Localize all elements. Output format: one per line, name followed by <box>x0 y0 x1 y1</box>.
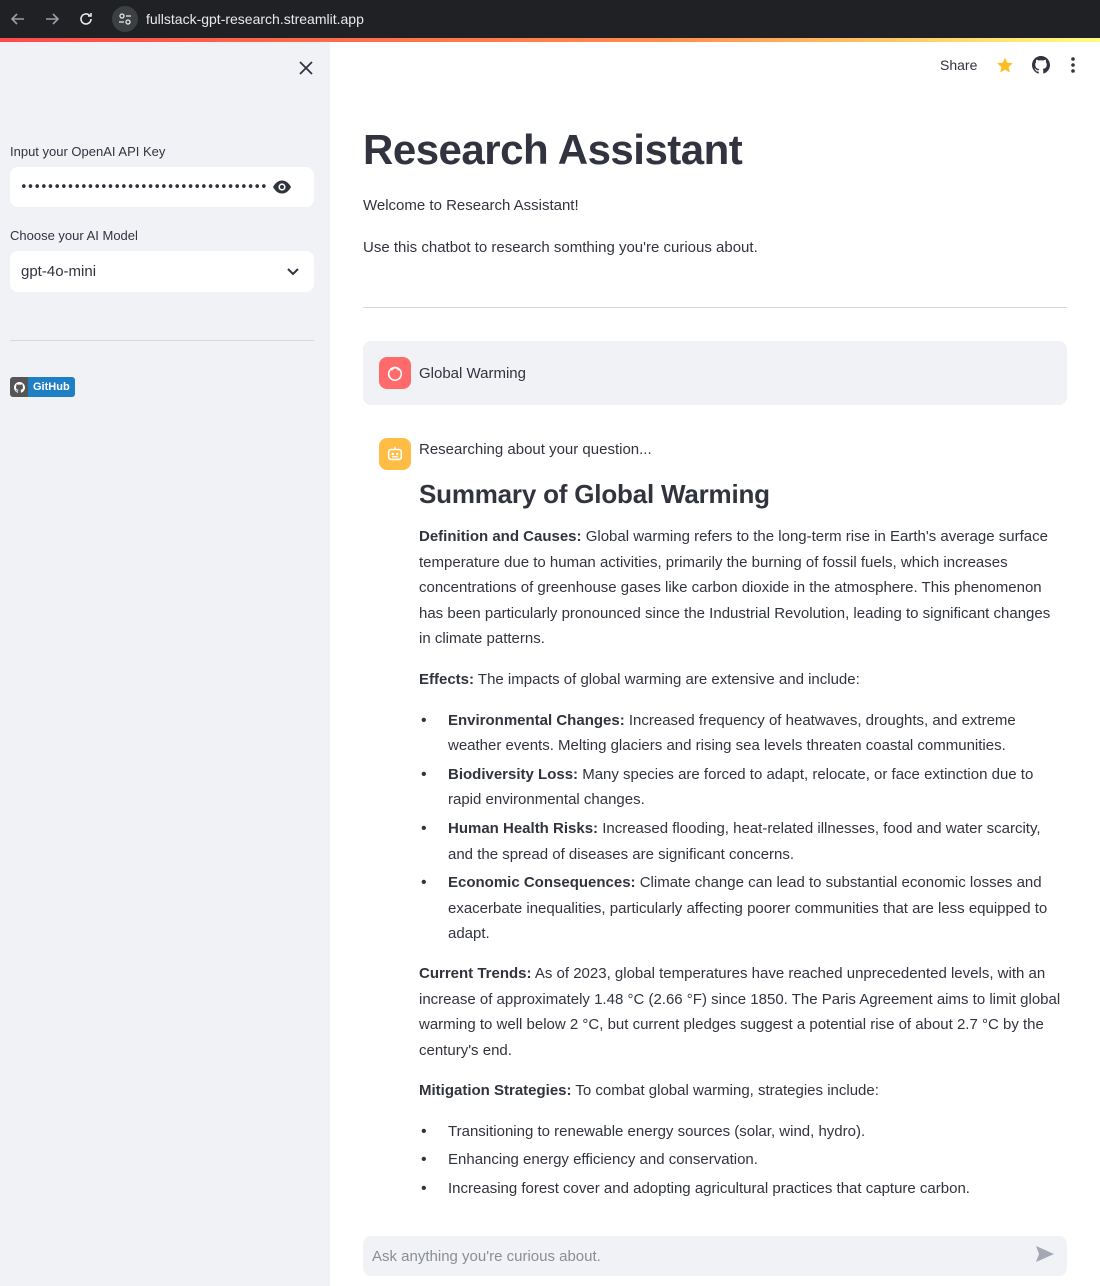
chat-input[interactable] <box>372 1247 992 1265</box>
api-key-field[interactable] <box>10 167 314 207</box>
main-content: Research Assistant Welcome to Research A… <box>330 42 1100 1286</box>
list-item: Biodiversity Loss: Many species are forc… <box>419 762 1064 813</box>
list-item: Transitioning to renewable energy source… <box>419 1119 1064 1145</box>
back-icon[interactable] <box>8 9 28 29</box>
list-item-label: Biodiversity Loss: <box>448 765 579 783</box>
definition-text: Global warming refers to the long-term r… <box>419 528 1051 648</box>
page-title: Research Assistant <box>363 126 743 173</box>
effects-text: The impacts of global warming are extens… <box>474 670 860 688</box>
list-item-label: Environmental Changes: <box>448 711 625 729</box>
list-item: Increasing forest cover and adopting agr… <box>419 1176 1064 1202</box>
list-item: Economic Consequences: Climate change ca… <box>419 870 1064 947</box>
user-message-text: Global Warming <box>419 364 526 382</box>
mitigation-text: To combat global warming, strategies inc… <box>571 1082 879 1100</box>
assistant-chat-message: Researching about your question... Summa… <box>419 438 1064 1216</box>
effects-paragraph: Effects: The impacts of global warming a… <box>419 667 1064 693</box>
trends-label: Current Trends: <box>419 964 532 982</box>
github-badge[interactable]: GitHub <box>10 377 75 397</box>
robot-icon <box>379 438 411 470</box>
mitigation-paragraph: Mitigation Strategies: To combat global … <box>419 1078 1064 1104</box>
list-item: Human Health Risks: Increased flooding, … <box>419 816 1064 867</box>
assistant-avatar <box>379 438 411 470</box>
chevron-down-icon <box>287 267 299 275</box>
definition-paragraph: Definition and Causes: Global warming re… <box>419 524 1064 652</box>
browser-toolbar: fullstack-gpt-research.streamlit.app <box>0 0 1100 38</box>
list-item-label: Human Health Risks: <box>448 819 599 837</box>
trends-paragraph: Current Trends: As of 2023, global tempe… <box>419 961 1064 1063</box>
welcome-text: Welcome to Research Assistant! <box>363 197 579 214</box>
sidebar-divider <box>10 340 314 341</box>
list-item-label: Economic Consequences: <box>448 874 636 892</box>
model-label: Choose your AI Model <box>10 228 138 243</box>
summary-heading: Summary of Global Warming <box>419 479 770 509</box>
definition-label: Definition and Causes: <box>419 528 582 545</box>
github-icon <box>10 377 28 397</box>
api-key-input[interactable] <box>20 179 268 195</box>
send-icon[interactable] <box>1035 1245 1055 1268</box>
site-settings-icon[interactable] <box>112 6 138 32</box>
forward-icon[interactable] <box>42 9 62 29</box>
show-password-icon[interactable] <box>272 178 292 196</box>
sidebar: Input your OpenAI API Key Choose your AI… <box>0 42 330 1286</box>
reload-icon[interactable] <box>76 9 96 29</box>
assistant-status-text: Researching about your question... <box>419 441 652 458</box>
api-key-label: Input your OpenAI API Key <box>10 144 166 159</box>
github-badge-label: GitHub <box>28 377 75 397</box>
user-avatar-icon <box>379 357 411 389</box>
main-divider <box>363 307 1067 308</box>
close-sidebar-icon[interactable] <box>296 58 316 78</box>
address-bar[interactable]: fullstack-gpt-research.streamlit.app <box>110 4 710 34</box>
mitigation-label: Mitigation Strategies: <box>419 1082 572 1100</box>
effects-list: Environmental Changes: Increased frequen… <box>419 708 1064 947</box>
chat-input-box[interactable] <box>363 1236 1067 1276</box>
list-item: Environmental Changes: Increased frequen… <box>419 708 1064 759</box>
list-item: Enhancing energy efficiency and conserva… <box>419 1147 1064 1173</box>
mitigation-list: Transitioning to renewable energy source… <box>419 1119 1064 1202</box>
effects-label: Effects: <box>419 670 475 688</box>
url-text: fullstack-gpt-research.streamlit.app <box>146 11 364 27</box>
model-select[interactable]: gpt-4o-mini <box>10 251 314 292</box>
description-text: Use this chatbot to research somthing yo… <box>363 239 758 256</box>
model-selected-value: gpt-4o-mini <box>21 263 97 280</box>
user-chat-message: Global Warming <box>363 341 1067 405</box>
